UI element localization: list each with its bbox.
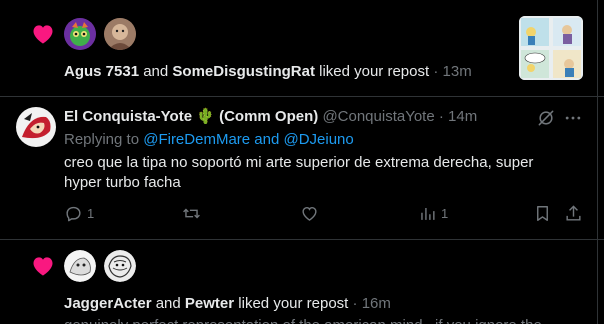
heart-icon [33,257,53,276]
timestamp[interactable]: 14m [448,108,477,125]
retweet-button[interactable] [182,204,205,223]
tweet-actions: 1 1 [64,204,584,226]
views-icon [421,207,435,220]
heart-icon [33,25,53,44]
cactus-emoji: 🌵 [196,108,215,125]
avatar[interactable] [104,18,136,50]
like-icon [302,207,317,221]
timestamp: 13m [442,63,472,80]
handle[interactable]: @ConquistaYote [322,108,434,125]
notification-text: Agus 7531 and SomeDisgustingRat liked yo… [64,63,472,80]
reply-button[interactable]: 1 [64,204,94,223]
replying-to: Replying to @FireDemMare and @DJeiuno [64,131,354,148]
like-button[interactable] [300,204,323,223]
user-name[interactable]: JaggerActer [64,295,152,312]
more-icon[interactable] [563,108,583,128]
grok-icon[interactable] [536,108,556,128]
repost-preview: genuinely perfect representation of the … [64,316,542,324]
view-count: 1 [441,206,449,221]
repost-thumbnail[interactable] [519,16,583,80]
share-button[interactable] [564,204,583,223]
reply-mentions[interactable]: @FireDemMare and @DJeiuno [143,131,354,148]
tweet-text: creo que la tipa no soportó mi arte supe… [64,154,534,191]
user-name[interactable]: Pewter [185,295,234,312]
reply-icon [66,206,81,222]
notification-text: JaggerActer and Pewter liked your repost… [64,295,391,312]
user-name[interactable]: SomeDisgustingRat [172,63,315,80]
avatar[interactable] [16,107,56,147]
avatar[interactable] [64,18,96,50]
reply-count: 1 [87,206,95,221]
avatar[interactable] [64,250,96,282]
bookmark-button[interactable] [533,204,552,223]
display-name-suffix[interactable]: (Comm Open) [219,108,318,125]
views-button[interactable]: 1 [418,204,448,223]
retweet-icon [183,208,200,219]
notification-like-2[interactable]: JaggerActer and Pewter liked your repost… [0,240,604,324]
display-name[interactable]: El Conquista-Yote [64,108,192,125]
timestamp: 16m [361,295,391,312]
column-border [597,0,598,324]
tweet-header: El Conquista-Yote 🌵 (Comm Open) @Conquis… [64,108,478,125]
avatar[interactable] [104,250,136,282]
user-name[interactable]: Agus 7531 [64,63,139,80]
bookmark-icon [537,206,548,221]
notification-like-1[interactable]: Agus 7531 and SomeDisgustingRat liked yo… [0,0,604,96]
share-icon [566,205,581,221]
